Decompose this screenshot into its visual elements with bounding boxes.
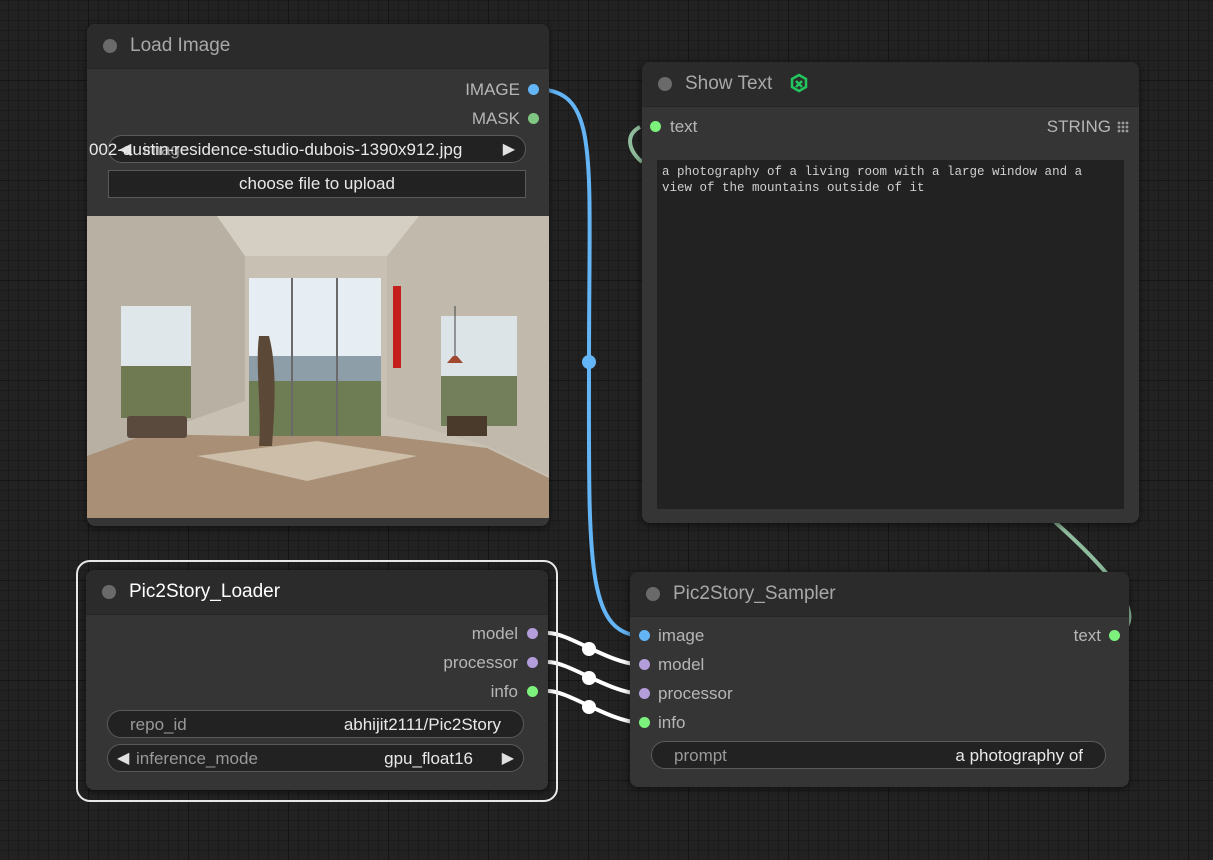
- output-label-info: info: [490, 682, 518, 701]
- node-title: Show Text: [685, 73, 773, 94]
- input-slot-text[interactable]: [650, 121, 661, 132]
- inference-mode-name: inference_mode: [136, 749, 258, 768]
- inference-mode-widget[interactable]: ◀ inference_mode gpu_float16 ▶: [107, 744, 524, 772]
- output-slot-processor[interactable]: [527, 657, 538, 668]
- output-slot-info[interactable]: [527, 686, 538, 697]
- output-label-processor: processor: [443, 653, 518, 672]
- link-processor-midpoint[interactable]: [582, 671, 596, 685]
- loader-title-bar[interactable]: Pic2Story_Loader: [86, 570, 548, 615]
- link-info-midpoint[interactable]: [582, 700, 596, 714]
- input-label-model: model: [658, 655, 705, 674]
- link-image-to-sampler[interactable]: [533, 87, 645, 638]
- link-model-midpoint[interactable]: [582, 642, 596, 656]
- sampler-title-bar[interactable]: Pic2Story_Sampler: [630, 572, 1129, 617]
- collapse-dot-icon[interactable]: [658, 77, 672, 91]
- image-preview: [87, 216, 549, 518]
- node-title: Load Image: [130, 35, 231, 56]
- prompt-name: prompt: [674, 746, 727, 765]
- show-text-title-bar[interactable]: Show Text: [642, 62, 1139, 107]
- input-label-text: text: [670, 117, 698, 136]
- link-image-midpoint[interactable]: [582, 355, 596, 369]
- repo-id-value: abhijit2111/Pic2Story: [343, 715, 501, 734]
- repo-id-widget[interactable]: repo_id abhijit2111/Pic2Story: [107, 710, 524, 738]
- output-slot-mask[interactable]: [528, 113, 539, 124]
- node-title: Pic2Story_Sampler: [673, 583, 836, 604]
- prompt-value: a photography of: [955, 746, 1083, 765]
- collapse-dot-icon[interactable]: [646, 587, 660, 601]
- image-widget-value-prefix: 002-: [89, 140, 124, 159]
- input-label-processor: processor: [658, 684, 733, 703]
- image-widget-filename: austin-residence-studio-dubois-1390x912.…: [123, 140, 463, 159]
- input-slot-info[interactable]: [639, 717, 650, 728]
- output-slot-text[interactable]: [1109, 630, 1120, 641]
- node-title: Pic2Story_Loader: [129, 581, 281, 602]
- input-label-image: image: [658, 626, 705, 645]
- image-widget-value: 002-austin-residence-studio-dubois-1390x…: [89, 140, 462, 160]
- arrow-right-icon[interactable]: ▶: [503, 139, 515, 159]
- input-slot-model[interactable]: [639, 659, 650, 670]
- pic2story-loader-node[interactable]: Pic2Story_Loader model processor info re…: [86, 570, 548, 790]
- pic2story-sampler-node[interactable]: Pic2Story_Sampler image model processor …: [630, 572, 1129, 787]
- inference-mode-value: gpu_float16: [384, 749, 473, 768]
- load-image-title-bar[interactable]: Load Image: [87, 24, 549, 69]
- collapse-dot-icon[interactable]: [103, 39, 117, 53]
- arrow-left-icon[interactable]: ◀: [117, 748, 129, 768]
- output-label-text: text: [1073, 626, 1101, 645]
- output-label-image: IMAGE: [465, 80, 520, 99]
- output-label-model: model: [471, 624, 518, 643]
- link-text-to-showtext-in[interactable]: [628, 125, 644, 164]
- prompt-widget[interactable]: prompt a photography of: [651, 741, 1106, 769]
- input-slot-image[interactable]: [639, 630, 650, 641]
- upload-button[interactable]: choose file to upload: [108, 170, 526, 198]
- grid-output-icon[interactable]: [1117, 121, 1129, 133]
- custom-scripts-icon: [790, 73, 808, 93]
- load-image-node[interactable]: Load Image IMAGE MASK ◀ image ▶ 002-aust…: [87, 24, 549, 526]
- input-label-info: info: [658, 713, 686, 732]
- output-label-mask: MASK: [471, 109, 520, 128]
- output-slot-image[interactable]: [528, 84, 539, 95]
- output-slot-model[interactable]: [527, 628, 538, 639]
- output-label-string: STRING: [1046, 117, 1111, 136]
- show-text-node[interactable]: Show Text text STRING a photography of a…: [642, 62, 1139, 523]
- input-slot-processor[interactable]: [639, 688, 650, 699]
- arrow-right-icon[interactable]: ▶: [502, 748, 514, 768]
- collapse-dot-icon[interactable]: [102, 585, 116, 599]
- room-photo: [87, 216, 549, 518]
- repo-id-name: repo_id: [130, 715, 187, 734]
- show-text-textarea[interactable]: a photography of a living room with a la…: [657, 160, 1124, 509]
